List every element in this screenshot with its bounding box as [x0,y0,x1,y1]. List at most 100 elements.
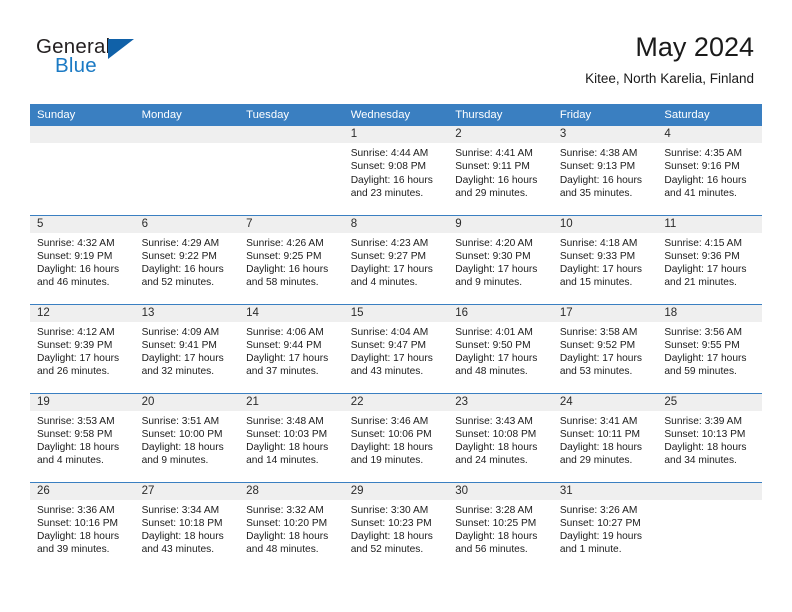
weekday-header-thursday: Thursday [448,104,553,126]
sunset-time: Sunset: 10:00 PM [141,428,223,440]
calendar-day-cell[interactable]: 2 Sunrise: 4:41 AM Sunset: 9:11 PM Daylight… [448,126,553,215]
sunrise-time: Sunrise: 3:43 AM [455,415,533,427]
calendar-day-cell[interactable]: 29 Sunrise: 3:30 AM Sunset: 10:23 PM Daylig… [343,481,449,571]
weekday-header-saturday: Saturday [657,104,762,126]
sunrise-time: Sunrise: 4:15 AM [664,237,742,249]
sunrise-time: Sunrise: 4:04 AM [350,326,429,338]
day-number: 3 [552,126,658,143]
sunrise-time: Sunrise: 4:26 AM [246,237,324,249]
calendar-day-cell-empty [657,481,762,571]
calendar-day-cell[interactable]: 18 Sunrise: 3:56 AM Sunset: 9:55 PM Dayligh… [657,303,762,393]
calendar-day-cell[interactable]: 8 Sunrise: 4:23 AM Sunset: 9:27 PM Daylight… [343,214,449,304]
day-details: Sunrise: 4:20 AM Sunset: 9:30 PM Daylight:… [448,233,553,290]
day-number: 4 [657,126,762,143]
daylight-duration-line1: Daylight: 18 hours [455,442,538,454]
day-details: Sunrise: 4:06 AM Sunset: 9:44 PM Daylight:… [239,322,344,379]
day-number: 28 [239,482,344,500]
calendar-day-cell[interactable]: 16 Sunrise: 4:01 AM Sunset: 9:50 PM Dayligh… [448,303,553,393]
sunrise-time: Sunrise: 3:28 AM [455,504,533,516]
calendar-day-cell[interactable]: 26 Sunrise: 3:36 AM Sunset: 10:16 PM Daylig… [30,481,135,571]
calendar-day-cell[interactable]: 23 Sunrise: 3:43 AM Sunset: 10:08 PM Daylig… [448,392,553,482]
day-number: 25 [657,393,762,411]
day-details: Sunrise: 4:29 AM Sunset: 9:22 PM Daylight:… [135,233,240,290]
calendar-day-cell[interactable]: 7 Sunrise: 4:26 AM Sunset: 9:25 PM Daylight… [239,214,344,304]
day-details [239,143,344,147]
sunset-time: Sunset: 9:39 PM [37,339,113,351]
sunset-time: Sunset: 9:55 PM [664,339,740,351]
calendar-day-cell[interactable]: 24 Sunrise: 3:41 AM Sunset: 10:11 PM Daylig… [552,392,658,482]
day-details: Sunrise: 3:41 AM Sunset: 10:11 PM Daylight… [553,411,658,468]
daylight-duration-line2: and 29 minutes. [559,455,633,467]
calendar-day-cell[interactable]: 31 Sunrise: 3:26 AM Sunset: 10:27 PM Daylig… [552,481,658,571]
calendar-day-cell[interactable]: 13 Sunrise: 4:09 AM Sunset: 9:41 PM Dayligh… [134,303,240,393]
location-subtitle: Kitee, North Karelia, Finland [585,71,754,86]
calendar-day-cell[interactable]: 19 Sunrise: 3:53 AM Sunset: 9:58 PM Dayligh… [30,392,135,482]
calendar-day-cell[interactable]: 25 Sunrise: 3:39 AM Sunset: 10:13 PM Daylig… [657,392,762,482]
calendar-day-cell-empty [30,126,135,215]
daylight-duration-line1: Daylight: 16 hours [455,174,538,186]
daylight-duration-line2: and 24 minutes. [455,455,528,467]
daylight-duration-line1: Daylight: 17 hours [455,264,538,276]
daylight-duration-line2: and 14 minutes. [246,455,319,467]
calendar-day-cell[interactable]: 11 Sunrise: 4:15 AM Sunset: 9:36 PM Dayligh… [657,214,762,304]
daylight-duration-line1: Daylight: 17 hours [664,264,747,276]
day-number: 8 [343,215,449,233]
calendar-day-cell[interactable]: 27 Sunrise: 3:34 AM Sunset: 10:18 PM Daylig… [134,481,240,571]
weekday-header-tuesday: Tuesday [239,104,344,126]
day-details: Sunrise: 4:41 AM Sunset: 9:11 PM Daylight:… [448,143,553,200]
daylight-duration-line2: and 4 minutes. [350,277,418,289]
daylight-duration-line1: Daylight: 16 hours [141,264,224,276]
day-number: 11 [657,215,762,233]
calendar-day-cell[interactable]: 14 Sunrise: 4:06 AM Sunset: 9:44 PM Dayligh… [239,303,344,393]
day-details: Sunrise: 4:18 AM Sunset: 9:33 PM Daylight:… [553,233,658,290]
day-details: Sunrise: 4:44 AM Sunset: 9:08 PM Daylight:… [344,143,449,200]
sunrise-time: Sunrise: 3:34 AM [141,504,220,516]
day-number [239,126,344,143]
sunset-time: Sunset: 9:33 PM [559,250,636,262]
calendar-day-cell[interactable]: 1 Sunrise: 4:44 AM Sunset: 9:08 PM Daylight… [343,126,449,215]
daylight-duration-line2: and 46 minutes. [37,277,110,289]
day-number: 23 [448,393,553,411]
calendar-day-cell[interactable]: 9 Sunrise: 4:20 AM Sunset: 9:30 PM Daylight… [448,214,553,304]
calendar-day-cell[interactable]: 17 Sunrise: 3:58 AM Sunset: 9:52 PM Dayligh… [552,303,658,393]
day-details: Sunrise: 4:12 AM Sunset: 9:39 PM Daylight:… [30,322,135,379]
calendar-day-cell[interactable]: 6 Sunrise: 4:29 AM Sunset: 9:22 PM Daylight… [134,214,240,304]
calendar-day-cell[interactable]: 20 Sunrise: 3:51 AM Sunset: 10:00 PM Daylig… [134,392,240,482]
calendar-day-cell[interactable]: 22 Sunrise: 3:46 AM Sunset: 10:06 PM Daylig… [343,392,449,482]
day-number: 13 [134,304,240,322]
daylight-duration-line2: and 9 minutes. [455,277,523,289]
calendar-day-cell[interactable]: 21 Sunrise: 3:48 AM Sunset: 10:03 PM Daylig… [239,392,344,482]
daylight-duration-line2: and 9 minutes. [141,455,209,467]
sunrise-time: Sunrise: 3:56 AM [664,326,742,338]
calendar-day-cell[interactable]: 5 Sunrise: 4:32 AM Sunset: 9:19 PM Daylight… [30,214,135,304]
sunset-time: Sunset: 10:16 PM [37,517,118,529]
day-details: Sunrise: 3:32 AM Sunset: 10:20 PM Daylight… [239,500,344,557]
sunset-time: Sunset: 9:44 PM [246,339,322,351]
sunrise-time: Sunrise: 4:23 AM [350,237,429,249]
daylight-duration-line1: Daylight: 17 hours [664,353,747,365]
daylight-duration-line1: Daylight: 19 hours [559,531,642,543]
day-details: Sunrise: 4:01 AM Sunset: 9:50 PM Daylight:… [448,322,553,379]
calendar-day-cell[interactable]: 3 Sunrise: 4:38 AM Sunset: 9:13 PM Daylight… [552,126,658,215]
calendar-week-row: 19 Sunrise: 3:53 AM Sunset: 9:58 PM Dayligh… [30,392,762,482]
day-details: Sunrise: 3:26 AM Sunset: 10:27 PM Daylight… [553,500,658,557]
calendar-day-cell[interactable]: 4 Sunrise: 4:35 AM Sunset: 9:16 PM Daylight… [657,126,762,215]
day-number: 12 [30,304,135,322]
sunset-time: Sunset: 10:06 PM [350,428,432,440]
day-number: 19 [30,393,135,411]
calendar-day-cell[interactable]: 15 Sunrise: 4:04 AM Sunset: 9:47 PM Dayligh… [343,303,449,393]
daylight-duration-line2: and 34 minutes. [664,455,737,467]
calendar-day-cell[interactable]: 28 Sunrise: 3:32 AM Sunset: 10:20 PM Daylig… [239,481,344,571]
sunset-time: Sunset: 9:52 PM [559,339,636,351]
sunset-time: Sunset: 10:08 PM [455,428,537,440]
daylight-duration-line2: and 35 minutes. [559,187,633,199]
sunset-time: Sunset: 9:50 PM [455,339,531,351]
calendar-day-cell[interactable]: 10 Sunrise: 4:18 AM Sunset: 9:33 PM Dayligh… [552,214,658,304]
day-details [30,143,135,147]
calendar-day-cell[interactable]: 30 Sunrise: 3:28 AM Sunset: 10:25 PM Daylig… [448,481,553,571]
calendar-day-cell[interactable]: 12 Sunrise: 4:12 AM Sunset: 9:39 PM Dayligh… [30,303,135,393]
sunrise-time: Sunrise: 3:36 AM [37,504,115,516]
day-number: 26 [30,482,135,500]
day-details: Sunrise: 3:58 AM Sunset: 9:52 PM Daylight:… [553,322,658,379]
calendar-body: 1 Sunrise: 4:44 AM Sunset: 9:08 PM Daylight… [30,126,762,571]
